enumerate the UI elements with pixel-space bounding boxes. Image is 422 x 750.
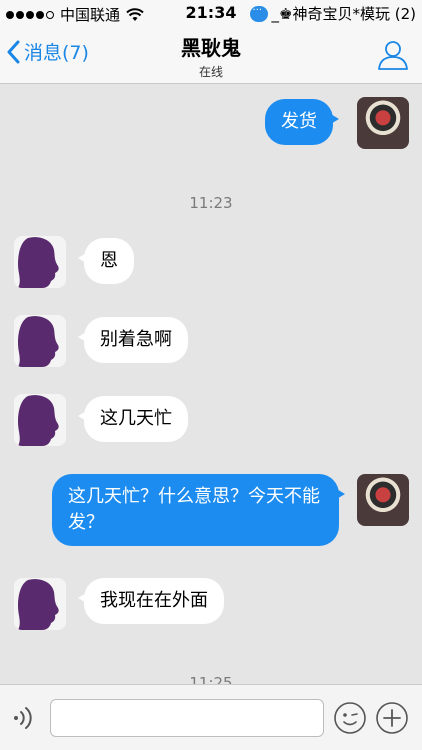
status-bar: 中国联通 21:34 _♚神奇宝贝*模玩 (2) <box>0 0 422 26</box>
navigation-bar: 消息(7) 黑耿鬼 在线 <box>0 26 422 84</box>
user-icon[interactable] <box>376 38 410 72</box>
contact-status: 在线 <box>198 65 223 79</box>
chat-bubble-icon <box>249 5 268 22</box>
incoming-message[interactable]: 我现在在外面 <box>78 578 224 624</box>
chat-header: 黑耿鬼 在线 <box>0 32 422 80</box>
status-notification: _♚神奇宝贝*模玩 (2) <box>249 3 416 24</box>
silhouette-icon <box>18 237 59 288</box>
plus-icon[interactable] <box>375 701 409 735</box>
contact-avatar[interactable] <box>14 236 66 288</box>
incoming-message[interactable]: 恩 <box>78 238 134 284</box>
notification-text: _♚神奇宝贝*模玩 (2) <box>271 5 416 23</box>
contact-name: 黑耿鬼 <box>181 36 241 60</box>
voice-icon[interactable] <box>10 703 40 733</box>
my-avatar[interactable] <box>357 97 409 149</box>
incoming-message[interactable]: 别着急啊 <box>78 317 188 363</box>
contact-avatar[interactable] <box>14 578 66 630</box>
outgoing-message[interactable]: 发货 <box>265 99 339 145</box>
silhouette-icon <box>18 316 59 367</box>
message-timestamp: 11:25 <box>189 674 233 684</box>
contact-avatar[interactable] <box>14 394 66 446</box>
message-input[interactable] <box>50 699 324 737</box>
incoming-message[interactable]: 这几天忙 <box>78 396 188 442</box>
message-timestamp: 11:23 <box>189 194 233 212</box>
message-input-bar <box>0 684 422 750</box>
emoji-icon[interactable] <box>333 701 367 735</box>
silhouette-icon <box>18 579 59 630</box>
silhouette-icon <box>18 395 59 446</box>
outgoing-message[interactable]: 这几天忙？什么意思？今天不能发？ <box>52 474 345 546</box>
contact-avatar[interactable] <box>14 315 66 367</box>
my-avatar[interactable] <box>357 474 409 526</box>
chat-messages[interactable]: 发货 11:23 恩 别着急啊 这几天忙 这几天忙？什么意思？今天不能发？ 我现… <box>0 84 422 684</box>
